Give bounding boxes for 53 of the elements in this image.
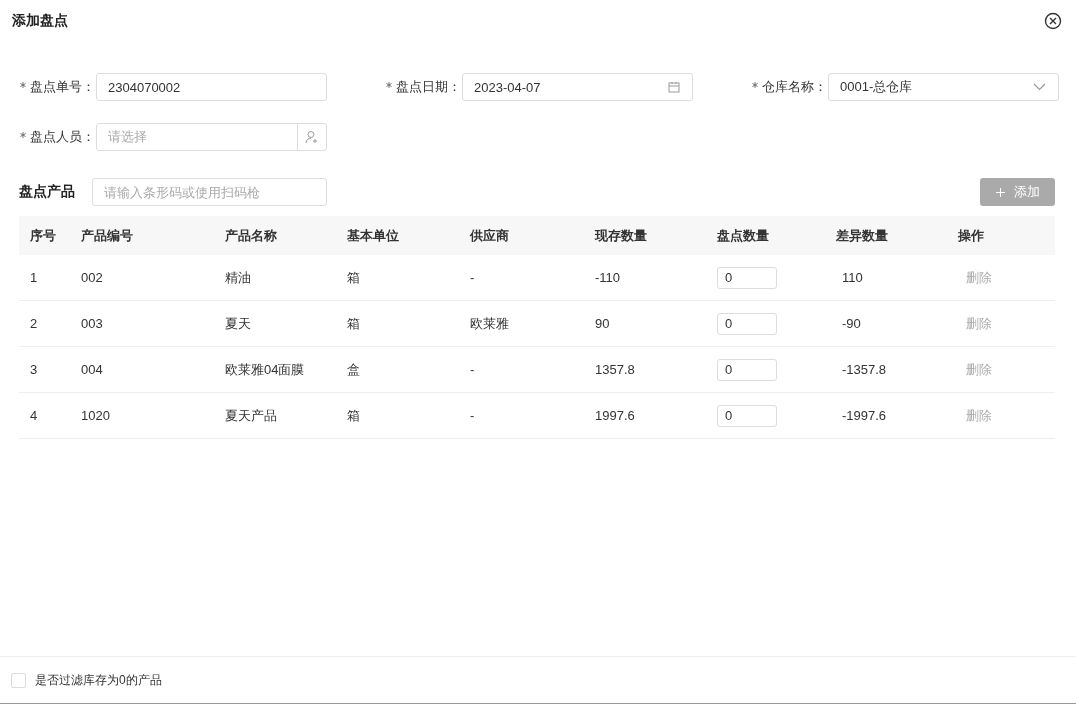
- table-cell: 夏天: [225, 300, 347, 347]
- column-header: 产品名称: [225, 216, 347, 255]
- column-header: 序号: [19, 216, 81, 255]
- column-header: 产品编号: [81, 216, 225, 255]
- table-cell: 箱: [347, 392, 470, 439]
- table-cell: 004: [81, 346, 225, 393]
- table-cell: 盒: [347, 346, 470, 393]
- close-icon[interactable]: [1044, 12, 1062, 30]
- count-input-field[interactable]: 0: [717, 404, 777, 427]
- dialog-title: 添加盘点: [12, 12, 68, 30]
- table-cell: -: [470, 346, 595, 393]
- section-title: 盘点产品: [19, 183, 76, 201]
- field-label: 盘点人员：: [30, 128, 96, 146]
- table-cell: 1: [19, 255, 81, 301]
- table-cell: -: [470, 392, 595, 439]
- warehouse-select[interactable]: 0001-总仓库: [828, 73, 1059, 101]
- table-cell: 110: [836, 255, 958, 301]
- table-cell: 2: [19, 300, 81, 347]
- table-cell: 4: [19, 392, 81, 439]
- table-cell: 3: [19, 346, 81, 393]
- checkbox[interactable]: [11, 672, 26, 688]
- date-field[interactable]: 2023-04-07: [462, 73, 693, 101]
- field-label: 盘点单号：: [30, 78, 96, 96]
- count-input-field[interactable]: 0: [717, 312, 777, 335]
- column-header: 供应商: [470, 216, 595, 255]
- table-cell: 欧莱雅: [470, 300, 595, 347]
- column-header: 盘点数量: [717, 216, 836, 255]
- checkbox-label: 是否过滤库存为0的产品: [35, 671, 162, 689]
- table-cell: 夏天产品: [225, 392, 347, 439]
- column-header: 基本单位: [347, 216, 470, 255]
- table-cell: 箱: [347, 255, 470, 301]
- column-header: 操作: [958, 216, 1055, 255]
- table-cell: 002: [81, 255, 225, 301]
- field-label: 盘点日期：: [396, 78, 462, 96]
- count-input-field[interactable]: 0: [717, 266, 777, 289]
- column-header: 现存数量: [595, 216, 717, 255]
- chevron-down-icon: [1033, 83, 1046, 91]
- table-cell: 1020: [81, 392, 225, 439]
- table-cell: -1357.8: [836, 346, 958, 393]
- table-cell: -90: [836, 300, 958, 347]
- table-cell: 箱: [347, 300, 470, 347]
- plus-icon: [995, 187, 1005, 197]
- order-number-field[interactable]: 2304070002: [96, 73, 327, 101]
- barcode-input-field[interactable]: 请输入条形码或使用扫码枪: [92, 178, 327, 206]
- table-cell: -: [470, 255, 595, 301]
- field-label: 仓库名称：: [762, 78, 828, 96]
- count-input-field[interactable]: 0: [717, 358, 777, 381]
- table-cell: 精油: [225, 255, 347, 301]
- column-header: 差异数量: [836, 216, 958, 255]
- table-cell: 欧莱雅04面膜: [225, 346, 347, 393]
- calendar-icon: [668, 81, 680, 93]
- table-cell: 003: [81, 300, 225, 347]
- table-cell: -1997.6: [836, 392, 958, 439]
